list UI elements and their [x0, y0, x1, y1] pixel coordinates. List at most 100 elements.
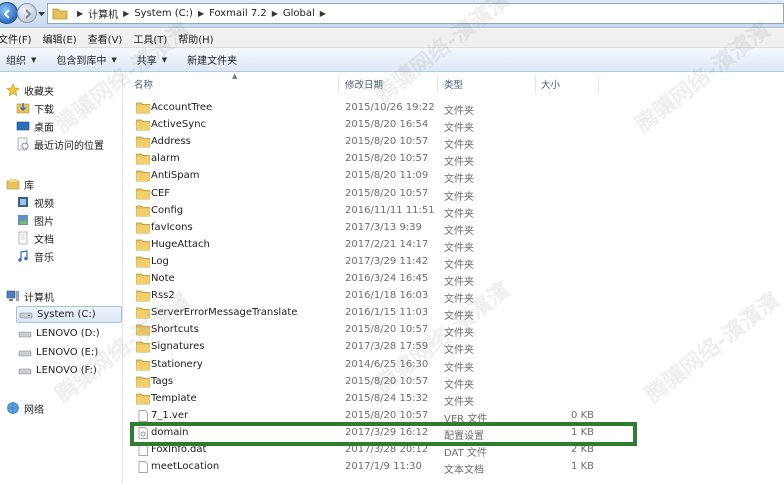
share-button[interactable]: 共享 ▼ [136, 52, 167, 68]
file-row[interactable]: Signatures 2017/3/28 17:59 文件夹 [124, 339, 644, 356]
computer-icon [6, 290, 19, 301]
menu-edit[interactable]: 编辑(E) [43, 31, 77, 46]
folder-icon [136, 256, 150, 268]
breadcrumb-global[interactable]: Global [283, 8, 315, 19]
breadcrumb-separator[interactable]: ▶ [198, 9, 204, 18]
nav-documents[interactable]: 文档 [16, 230, 54, 246]
folder-icon [136, 324, 150, 336]
include-in-library-button[interactable]: 包含到库中 ▼ [56, 52, 116, 68]
folder-icon [136, 136, 150, 148]
nav-desktop[interactable]: 桌面 [16, 118, 54, 134]
file-row[interactable]: alarm 2015/8/20 10:57 文件夹 [124, 151, 644, 168]
breadcrumb-foxmail[interactable]: Foxmail 7.2 [209, 8, 267, 19]
menu-view[interactable]: 查看(V) [88, 31, 123, 46]
recent-pages-dropdown-icon[interactable] [37, 10, 46, 18]
file-icon [138, 444, 148, 456]
file-row[interactable]: Log 2017/3/29 11:42 文件夹 [124, 254, 644, 271]
menu-file[interactable]: 文件(F) [0, 31, 32, 46]
menu-tools[interactable]: 工具(T) [133, 31, 167, 46]
file-row[interactable]: Shortcuts 2015/8/20 10:57 文件夹 [124, 322, 644, 339]
file-row[interactable]: meetLocation 2017/1/9 11:30 文本文档 1 KB [124, 459, 644, 476]
nav-libraries[interactable]: 库 [6, 176, 34, 192]
file-name: Signatures [151, 341, 205, 353]
forward-button[interactable] [17, 3, 37, 23]
file-modified-date: 2015/8/20 16:54 [345, 119, 429, 131]
library-icon [6, 179, 20, 190]
nav-drive-c[interactable]: System (C:) [16, 306, 122, 323]
nav-videos[interactable]: 视频 [16, 194, 54, 210]
nav-pictures[interactable]: 图片 [16, 212, 54, 228]
column-header-name[interactable]: 名称 [134, 74, 153, 94]
file-name: Template [151, 392, 197, 404]
column-divider[interactable] [437, 74, 438, 94]
nav-downloads[interactable]: 下载 [16, 100, 54, 116]
breadcrumb-separator[interactable]: ▶ [320, 9, 326, 18]
file-row[interactable]: Note 2016/3/24 16:45 文件夹 [124, 271, 644, 288]
command-toolbar: 组织 ▼ 包含到库中 ▼ 共享 ▼ 新建文件夹 [0, 48, 784, 72]
nav-computer-label: 计算机 [24, 292, 54, 304]
menu-help[interactable]: 帮助(H) [178, 31, 213, 46]
file-row[interactable]: favIcons 2017/3/13 9:39 文件夹 [124, 220, 644, 237]
column-header-size[interactable]: 大小 [541, 74, 560, 94]
file-modified-date: 2015/8/20 10:57 [345, 153, 429, 165]
file-row[interactable]: Address 2015/8/20 10:57 文件夹 [124, 134, 644, 151]
file-row[interactable]: Tags 2015/8/20 10:57 文件夹 [124, 374, 644, 391]
breadcrumb-computer[interactable]: 计算机 [88, 6, 118, 21]
file-row[interactable]: Stationery 2014/6/25 16:30 文件夹 [124, 357, 644, 374]
column-header-modified[interactable]: 修改日期 [345, 74, 383, 94]
sort-ascending-icon: ▲ [232, 72, 238, 80]
nav-network[interactable]: 网络 [6, 400, 44, 416]
file-row[interactable]: ActiveSync 2015/8/20 16:54 文件夹 [124, 117, 644, 134]
address-box[interactable]: ▶ 计算机 ▶ System (C:) ▶ Foxmail 7.2 ▶ Glob… [47, 3, 784, 24]
nav-recent-label: 最近访问的位置 [34, 140, 104, 152]
organize-button[interactable]: 组织 ▼ [6, 52, 36, 68]
file-type: 配置设置 [444, 430, 484, 442]
file-modified-date: 2015/10/26 19:22 [345, 102, 435, 113]
file-modified-date: 2017/2/21 14:17 [345, 238, 429, 250]
new-folder-button[interactable]: 新建文件夹 [187, 52, 237, 67]
folder-icon [52, 8, 68, 19]
file-row[interactable]: ServerErrorMessageTranslate 2016/1/15 11:… [124, 305, 644, 322]
breadcrumb-drive-c[interactable]: System (C:) [134, 8, 193, 19]
breadcrumb-separator[interactable]: ▶ [272, 9, 278, 18]
folder-icon [136, 153, 150, 165]
file-type: 文件夹 [444, 294, 474, 306]
file-row[interactable]: domain 2017/3/29 16:12 配置设置 1 KB [124, 425, 644, 442]
file-modified-date: 2015/8/20 10:57 [345, 324, 429, 336]
file-row[interactable]: Rss2 2016/1/18 16:03 文件夹 [124, 288, 644, 305]
share-label: 共享 [136, 56, 157, 67]
file-row[interactable]: HugeAttach 2017/2/21 14:17 文件夹 [124, 237, 644, 254]
file-row[interactable]: AntiSpam 2015/8/20 11:09 文件夹 [124, 168, 644, 185]
file-type: 文件夹 [444, 157, 474, 169]
organize-label: 组织 [6, 56, 26, 67]
column-divider[interactable] [598, 74, 599, 94]
nav-computer[interactable]: 计算机 [6, 288, 54, 304]
nav-music[interactable]: 音乐 [16, 248, 54, 264]
file-row[interactable]: AccountTree 2015/10/26 19:22 文件夹 [124, 100, 644, 117]
file-row[interactable]: CEF 2015/8/20 10:57 文件夹 [124, 186, 644, 203]
file-name: alarm [151, 153, 180, 165]
column-header-type[interactable]: 类型 [444, 74, 463, 94]
nav-favorites[interactable]: 收藏夹 [6, 82, 54, 98]
nav-recent-places[interactable]: 最近访问的位置 [16, 136, 104, 152]
column-divider[interactable] [338, 74, 339, 94]
file-type: 文件夹 [444, 345, 474, 357]
nav-favorites-label: 收藏夹 [24, 86, 54, 98]
back-button[interactable] [0, 2, 18, 24]
file-row[interactable]: Config 2016/11/11 11:51 文件夹 [124, 203, 644, 220]
breadcrumb-separator[interactable]: ▶ [77, 9, 83, 18]
nav-drive-f[interactable]: LENOVO (F:) [16, 362, 122, 379]
file-row[interactable]: Template 2015/8/24 15:32 文件夹 [124, 391, 644, 408]
file-row[interactable]: 7_1.ver 2015/8/20 10:57 VER 文件 0 KB [124, 408, 644, 425]
forward-arrow-icon [25, 9, 32, 19]
folder-icon [136, 376, 150, 387]
file-row[interactable]: FoxInfo.dat 2017/3/28 20:12 DAT 文件 2 KB [124, 442, 644, 459]
nav-videos-label: 视频 [34, 198, 54, 210]
breadcrumb-separator[interactable]: ▶ [123, 9, 129, 18]
nav-drive-d[interactable]: LENOVO (D:) [16, 325, 122, 342]
file-modified-date: 2015/8/20 10:57 [345, 409, 429, 421]
column-divider[interactable] [535, 74, 536, 94]
file-type: 文件夹 [444, 396, 474, 408]
nav-drive-e[interactable]: LENOVO (E:) [16, 344, 122, 361]
pictures-icon [18, 215, 28, 225]
